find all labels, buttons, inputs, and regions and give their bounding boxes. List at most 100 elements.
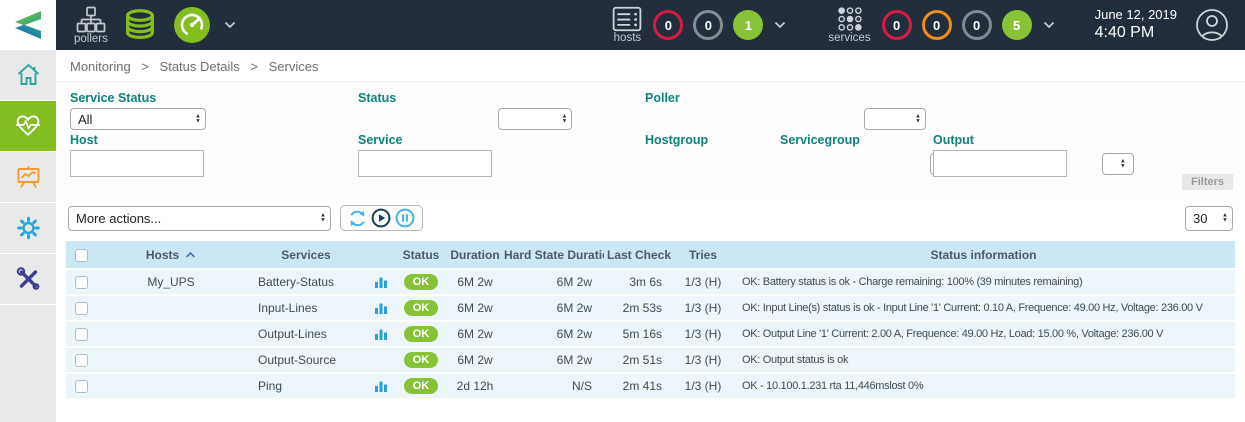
more-actions-select-wrap: More actions... ▲▼	[68, 206, 331, 231]
column-header-tries[interactable]: Tries	[674, 241, 732, 269]
servicegroup-select[interactable]	[1102, 153, 1134, 175]
database-status-icon[interactable]	[121, 6, 159, 44]
service-input[interactable]	[358, 150, 492, 177]
services-unknown-counter[interactable]: 0	[962, 10, 992, 40]
refresh-button[interactable]	[348, 209, 367, 228]
column-header-duration[interactable]: Duration	[446, 241, 504, 269]
pause-button[interactable]	[395, 208, 415, 228]
duration-value: 2d 12h	[446, 373, 504, 399]
sidebar-item-reporting[interactable]	[0, 152, 56, 203]
host-name[interactable]: My_UPS	[96, 269, 246, 295]
host-name	[96, 295, 246, 321]
services-warning-counter[interactable]: 0	[922, 10, 952, 40]
column-header-hard-state-duration[interactable]: Hard State Duration	[504, 241, 604, 269]
breadcrumb-separator: >	[250, 59, 258, 74]
status-information-value: OK: Output status is ok	[732, 347, 1235, 373]
poller-select-wrap: ▲▼	[864, 108, 926, 130]
table-row: Ping OK 2d 12h N/S 2m 41s 1/3 (H) OK - 1…	[66, 373, 1235, 399]
hard-state-duration-value: 6M 2w	[504, 295, 604, 321]
sidebar-item-administration[interactable]	[0, 254, 56, 305]
host-input[interactable]	[70, 150, 204, 177]
duration-value: 6M 2w	[446, 321, 504, 347]
services-menu[interactable]: services	[828, 6, 870, 44]
services-icon	[835, 6, 865, 32]
filters-tag[interactable]: Filters	[1182, 174, 1233, 190]
gear-icon	[15, 215, 42, 241]
service-name[interactable]: Input-Lines	[246, 295, 366, 321]
breadcrumb-status-details[interactable]: Status Details	[160, 59, 240, 74]
clock: June 12, 2019 4:40 PM	[1095, 7, 1177, 43]
heart-pulse-icon	[14, 114, 42, 138]
status-badge: OK	[404, 300, 439, 316]
host-name	[96, 373, 246, 399]
hard-state-duration-value: 6M 2w	[504, 347, 604, 373]
column-header-last-check[interactable]: Last Check	[604, 241, 674, 269]
hosts-label: hosts	[614, 33, 642, 44]
sidebar-item-home[interactable]	[0, 50, 56, 101]
refresh-icon	[348, 209, 367, 228]
sidebar-item-monitoring[interactable]	[0, 101, 56, 152]
column-header-hosts[interactable]: Hosts	[146, 248, 196, 262]
services-ok-counter[interactable]: 5	[1002, 10, 1032, 40]
breadcrumb-monitoring[interactable]: Monitoring	[70, 59, 131, 74]
hosts-unreachable-counter[interactable]: 0	[693, 10, 723, 40]
pollers-chevron-down-icon[interactable]	[224, 21, 236, 29]
table-row: Output-Source OK 6M 2w 6M 2w 2m 51s 1/3 …	[66, 347, 1235, 373]
tries-value: 1/3 (H)	[674, 321, 732, 347]
play-button[interactable]	[371, 208, 391, 228]
breadcrumb: Monitoring > Status Details > Services	[56, 50, 1245, 82]
hosts-menu[interactable]: hosts	[612, 6, 642, 44]
services-chevron-down-icon[interactable]	[1043, 21, 1055, 29]
service-graph-button[interactable]	[366, 321, 396, 347]
service-graph-button[interactable]	[366, 269, 396, 295]
service-name[interactable]: Output-Lines	[246, 321, 366, 347]
more-actions-select[interactable]: More actions...	[68, 206, 331, 231]
service-status-select-wrap: All ▲▼	[70, 108, 206, 130]
row-checkbox[interactable]	[75, 328, 88, 341]
poller-label: Poller	[645, 91, 680, 105]
service-name[interactable]: Battery-Status	[246, 269, 366, 295]
page-size-select[interactable]: 30	[1185, 206, 1233, 231]
host-name	[96, 347, 246, 373]
services-status-group: services 0 0 0 5	[822, 6, 1060, 44]
centreon-logo[interactable]	[0, 0, 56, 50]
hosts-down-counter[interactable]: 0	[653, 10, 683, 40]
pollers-menu[interactable]: pollers	[74, 6, 108, 45]
services-critical-counter[interactable]: 0	[882, 10, 912, 40]
row-checkbox[interactable]	[75, 276, 88, 289]
column-header-services[interactable]: Services	[246, 241, 366, 269]
service-name[interactable]: Ping	[246, 373, 366, 399]
last-check-value: 2m 41s	[604, 373, 674, 399]
service-graph-button[interactable]	[366, 373, 396, 399]
sidebar	[0, 50, 56, 422]
status-label: Status	[358, 91, 396, 105]
status-badge: OK	[404, 274, 439, 290]
service-status-select[interactable]: All	[70, 108, 206, 130]
sidebar-item-configuration[interactable]	[0, 203, 56, 254]
column-header-status-information[interactable]: Status information	[732, 241, 1235, 269]
breadcrumb-services[interactable]: Services	[269, 59, 319, 74]
table-row: My_UPS Battery-Status OK 6M 2w 6M 2w 3m …	[66, 269, 1235, 295]
breadcrumb-separator: >	[141, 59, 149, 74]
tries-value: 1/3 (H)	[674, 295, 732, 321]
service-name[interactable]: Output-Source	[246, 347, 366, 373]
status-information-value: OK: Battery status is ok - Charge remain…	[732, 269, 1235, 295]
table-row: Input-Lines OK 6M 2w 6M 2w 2m 53s 1/3 (H…	[66, 295, 1235, 321]
output-input[interactable]	[933, 150, 1067, 177]
latency-gauge-icon[interactable]	[173, 6, 211, 44]
row-checkbox[interactable]	[75, 354, 88, 367]
user-profile-button[interactable]	[1195, 8, 1229, 42]
poller-select[interactable]	[864, 108, 926, 130]
service-graph-button[interactable]	[366, 295, 396, 321]
status-select[interactable]	[498, 108, 572, 130]
host-name	[96, 321, 246, 347]
select-all-checkbox[interactable]	[75, 249, 88, 262]
hosts-up-counter[interactable]: 1	[733, 10, 763, 40]
column-header-status[interactable]: Status	[396, 241, 446, 269]
last-check-value: 3m 6s	[604, 269, 674, 295]
pollers-icon	[76, 6, 106, 33]
row-checkbox[interactable]	[75, 302, 88, 315]
page-size-select-wrap: 30 ▲▼	[1185, 206, 1233, 231]
row-checkbox[interactable]	[75, 380, 88, 393]
hosts-chevron-down-icon[interactable]	[774, 21, 786, 29]
